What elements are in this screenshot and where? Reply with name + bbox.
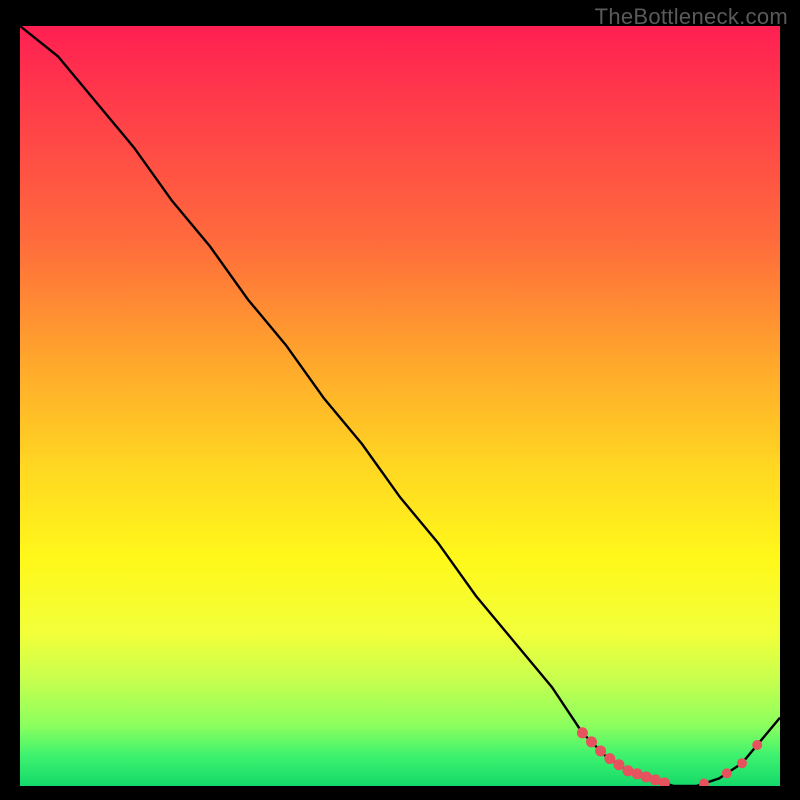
curve-path [20,26,780,786]
plot-area [20,26,780,786]
chart-root: TheBottleneck.com [0,0,800,800]
curve-marker [722,768,732,778]
curve-marker [613,759,624,770]
curve-marker [604,753,615,764]
curve-marker [577,727,588,738]
curve-marker [752,740,762,750]
curve-marker [699,779,709,787]
curve-marker [586,736,597,747]
curve-marker [595,746,606,757]
curve-markers [577,727,762,786]
curve-marker [737,758,747,768]
watermark-text: TheBottleneck.com [595,4,788,30]
line-curve [20,26,780,786]
